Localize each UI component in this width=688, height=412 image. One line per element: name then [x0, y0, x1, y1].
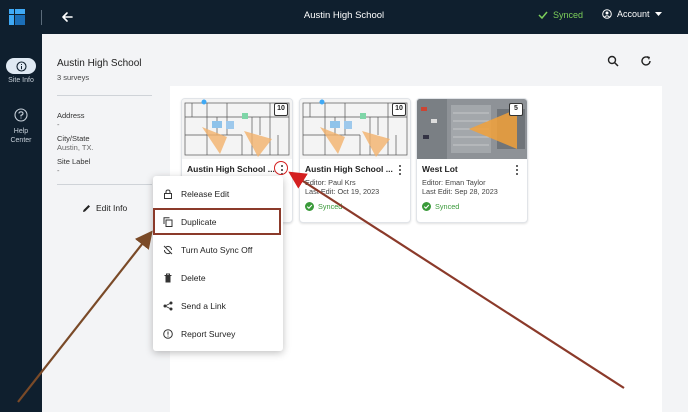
account-label: Account	[617, 9, 650, 19]
menu-item-release-edit[interactable]: Release Edit	[153, 181, 283, 207]
menu-item-report-survey[interactable]: Report Survey	[153, 321, 283, 347]
city-state-label: City/State	[57, 134, 90, 143]
divider	[57, 184, 152, 185]
menu-item-label: Send a Link	[181, 301, 226, 311]
site-name: Austin High School	[57, 58, 142, 69]
menu-item-label: Release Edit	[181, 189, 230, 199]
info-icon	[15, 60, 27, 72]
menu-item-label: Report Survey	[181, 329, 236, 339]
trash-icon	[164, 273, 172, 283]
survey-editor: Editor: Eman Taylor	[422, 178, 486, 187]
top-bar: Austin High School Synced Account	[0, 0, 688, 34]
nav-site-info[interactable]: Site Info	[0, 58, 42, 85]
menu-item-send-link[interactable]: Send a Link	[153, 293, 283, 319]
site-info-panel: Austin High School 3 surveys Address - C…	[42, 34, 166, 412]
survey-sync-label: Synced	[318, 202, 343, 211]
divider	[57, 95, 152, 96]
survey-title: Austin High School ...	[187, 164, 275, 174]
city-state-value: Austin, TX.	[57, 143, 94, 152]
survey-card[interactable]: 5 West Lot Editor: Eman Taylor Last Edit…	[416, 98, 528, 223]
site-label-value: -	[57, 166, 60, 175]
survey-sync-status: Synced	[305, 202, 342, 211]
check-circle-icon	[422, 202, 431, 211]
sync-status: Synced	[538, 10, 583, 20]
menu-item-label: Delete	[181, 273, 206, 283]
site-label-label: Site Label	[57, 157, 91, 166]
address-value: -	[57, 120, 60, 129]
sync-off-icon	[163, 245, 173, 255]
address-label: Address	[57, 111, 85, 120]
share-icon	[163, 301, 173, 311]
floor-count-badge: 10	[392, 103, 406, 116]
menu-item-auto-sync[interactable]: Turn Auto Sync Off	[153, 237, 283, 263]
pencil-icon	[83, 204, 90, 212]
refresh-icon[interactable]	[640, 55, 652, 67]
check-circle-icon	[305, 202, 314, 211]
survey-card[interactable]: 10 Austin High School ... Editor: Paul K…	[299, 98, 411, 223]
duplicate-highlight-box	[153, 208, 281, 235]
alert-icon	[163, 329, 173, 339]
lock-icon	[164, 189, 172, 199]
survey-title: Austin High School ...	[305, 164, 393, 174]
caret-down-icon	[654, 11, 662, 16]
sync-status-label: Synced	[553, 10, 584, 20]
survey-count: 3 surveys	[57, 73, 90, 82]
check-icon	[538, 11, 548, 20]
survey-sync-status: Synced	[422, 202, 459, 211]
nav-help-center[interactable]: Help Center	[0, 108, 42, 145]
page-title: Austin High School	[303, 10, 385, 21]
floor-count-badge: 5	[509, 103, 523, 116]
kebab-highlight-circle	[274, 161, 288, 175]
search-icon[interactable]	[607, 55, 619, 67]
nav-pill	[6, 58, 36, 74]
account-menu[interactable]: Account	[602, 9, 662, 19]
survey-editor: Editor: Paul Krs	[305, 178, 356, 187]
menu-item-label: Turn Auto Sync Off	[181, 245, 253, 255]
left-nav: Site Info Help Center	[0, 34, 42, 412]
survey-title: West Lot	[422, 164, 458, 174]
nav-help-center-label: Help Center	[10, 128, 32, 144]
nav-site-info-label: Site Info	[8, 77, 34, 84]
edit-info-button[interactable]: Edit Info	[82, 203, 127, 213]
survey-last-edit: Last Edit: Sep 28, 2023	[422, 187, 498, 196]
user-circle-icon	[602, 9, 612, 19]
floor-count-badge: 10	[274, 103, 288, 116]
help-icon	[14, 108, 28, 122]
survey-last-edit: Last Edit: Oct 19, 2023	[305, 187, 380, 196]
more-options-icon[interactable]	[394, 163, 406, 177]
more-options-icon[interactable]	[511, 163, 523, 177]
survey-sync-label: Synced	[435, 202, 460, 211]
edit-info-label: Edit Info	[96, 203, 128, 213]
menu-item-delete[interactable]: Delete	[153, 265, 283, 291]
survey-context-menu: Release Edit Duplicate Turn Auto Sync Of…	[153, 176, 283, 351]
